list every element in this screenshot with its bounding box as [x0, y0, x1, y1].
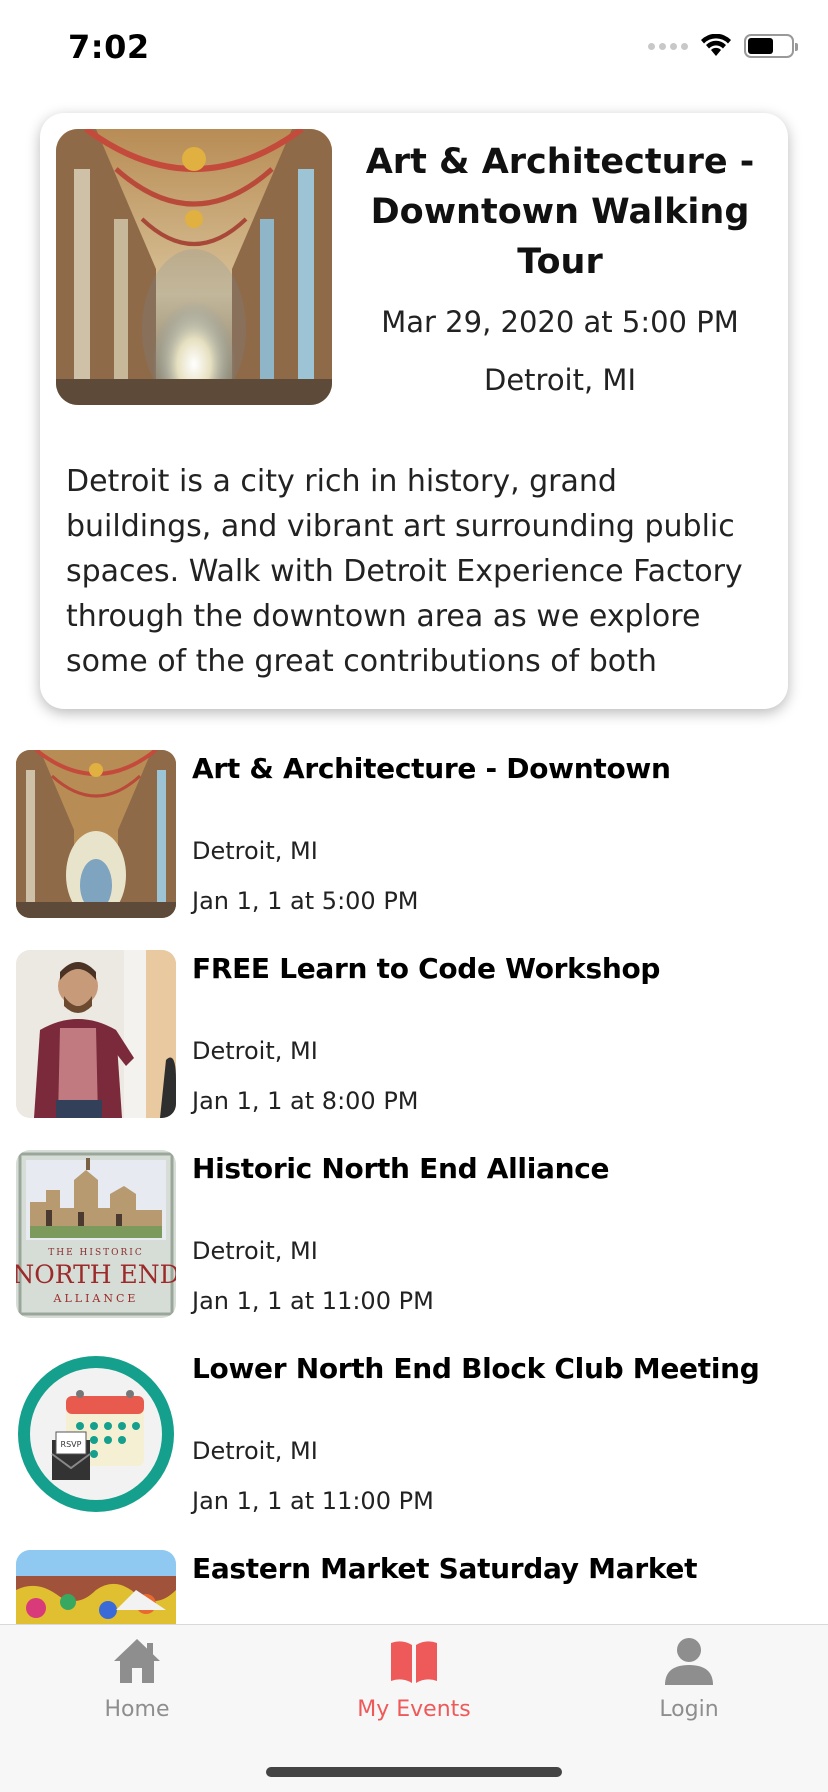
tab-label: Login	[659, 1697, 719, 1722]
event-date: Jan 1, 1 at 11:00 PM	[192, 1487, 434, 1515]
event-title: FREE Learn to Code Workshop	[192, 952, 661, 985]
event-list-item[interactable]: THE HISTORIC NORTH END ALLIANCE Historic…	[0, 1150, 828, 1320]
event-thumbnail: THE HISTORIC NORTH END ALLIANCE	[16, 1150, 176, 1318]
event-title: Eastern Market Saturday Market	[192, 1552, 698, 1585]
north-end-logo-main-text: NORTH END	[16, 1260, 176, 1289]
event-list-item[interactable]: RSVP Lower North End Block Club Meeting …	[0, 1350, 828, 1520]
tab-home[interactable]: Home	[37, 1635, 237, 1735]
event-location: Detroit, MI	[192, 1237, 318, 1265]
featured-event-image	[56, 129, 332, 405]
event-location: Detroit, MI	[192, 1037, 318, 1065]
home-icon	[114, 1639, 160, 1683]
tab-bar: Home My Events Login	[0, 1624, 828, 1792]
featured-event-location: Detroit, MI	[483, 363, 636, 397]
event-list-item[interactable]: Art & Architecture - Downtown Detroit, M…	[0, 750, 828, 920]
calendar-icon: RSVP	[16, 1350, 176, 1518]
event-thumbnail	[16, 750, 176, 918]
tab-login[interactable]: Login	[589, 1635, 789, 1735]
event-list-item[interactable]: FREE Learn to Code Workshop Detroit, MI …	[0, 950, 828, 1120]
tab-label: Home	[104, 1697, 170, 1722]
event-list-item[interactable]: Eastern Market Saturday Market	[0, 1550, 828, 1624]
book-icon	[391, 1641, 437, 1683]
rsvp-card-text: RSVP	[61, 1440, 82, 1449]
featured-event-card[interactable]: Art & Architecture - Downtown Walking To…	[40, 113, 788, 709]
battery-icon	[744, 34, 798, 58]
north-end-logo-bottom-text: ALLIANCE	[53, 1292, 139, 1305]
home-indicator	[266, 1767, 562, 1777]
event-location: Detroit, MI	[192, 837, 318, 865]
event-thumbnail	[16, 950, 176, 1118]
tab-label: My Events	[357, 1697, 471, 1722]
event-list[interactable]: Art & Architecture - Downtown Detroit, M…	[0, 750, 828, 1624]
featured-event-date: Mar 29, 2020 at 5:00 PM	[381, 305, 739, 339]
event-date: Jan 1, 1 at 5:00 PM	[192, 887, 419, 915]
event-location: Detroit, MI	[192, 1437, 318, 1465]
event-date: Jan 1, 1 at 8:00 PM	[192, 1087, 419, 1115]
north-end-logo-top-text: THE HISTORIC	[48, 1248, 143, 1258]
featured-event-title: Art & Architecture - Downtown Walking To…	[365, 142, 755, 282]
event-title: Historic North End Alliance	[192, 1152, 610, 1185]
wifi-icon	[701, 34, 731, 56]
event-title: Lower North End Block Club Meeting	[192, 1352, 760, 1385]
status-icons	[648, 34, 798, 58]
event-date: Jan 1, 1 at 11:00 PM	[192, 1287, 434, 1315]
event-title: Art & Architecture - Downtown	[192, 752, 671, 785]
status-bar: 7:02	[0, 0, 828, 100]
tab-my-events[interactable]: My Events	[314, 1635, 514, 1735]
featured-event-description: Detroit is a city rich in history, grand…	[66, 464, 743, 679]
status-time: 7:02	[68, 28, 150, 66]
cellular-signal-icon	[648, 42, 688, 50]
person-icon	[665, 1638, 713, 1685]
event-thumbnail	[16, 1550, 176, 1624]
